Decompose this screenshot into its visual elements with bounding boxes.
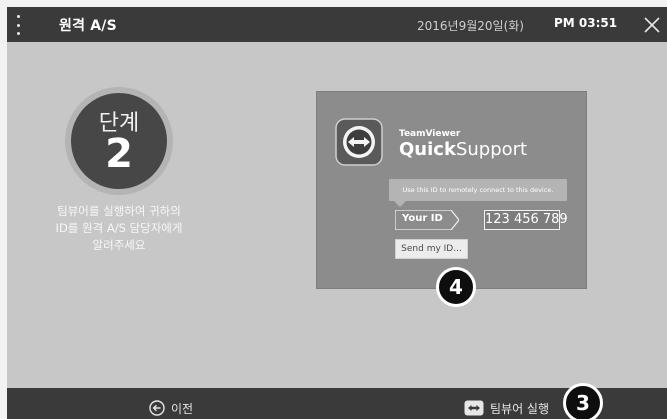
app-window: 원격 A/S 2016년9월20일(화) PM 03:51 단계 2 팀뷰어를 … xyxy=(7,7,667,419)
previous-button[interactable]: 이전 xyxy=(149,398,193,418)
id-hint: Use this ID to remotely connect to this … xyxy=(389,179,567,201)
time-display: PM 03:51 xyxy=(554,16,618,30)
instruction-line: 알려주세요 xyxy=(92,238,146,252)
hint-pointer xyxy=(394,201,406,207)
teamviewer-brand: TeamViewer xyxy=(399,129,461,139)
date-display: 2016년9월20일(화) xyxy=(417,19,524,33)
product-name-rest: Support xyxy=(455,139,528,160)
product-name: QuickSupport xyxy=(399,139,527,160)
top-bar: 원격 A/S 2016년9월20일(화) PM 03:51 xyxy=(7,7,667,42)
back-arrow-icon xyxy=(149,400,165,416)
callout-badge: 4 xyxy=(436,267,476,307)
previous-label: 이전 xyxy=(171,401,194,416)
teamviewer-logo-icon xyxy=(335,118,383,166)
product-name-bold: Quick xyxy=(399,139,456,160)
step-number: 2 xyxy=(105,131,133,177)
instruction-line: ID를 원격 A/S 담당자에게 xyxy=(55,221,183,235)
teamviewer-icon xyxy=(464,400,484,416)
instruction-text: 팀뷰어를 실행하여 귀하의 ID를 원격 A/S 담당자에게 알려주세요 xyxy=(29,203,209,254)
step-indicator: 단계 2 xyxy=(71,93,167,189)
instruction-line: 팀뷰어를 실행하여 귀하의 xyxy=(57,204,181,218)
menu-icon[interactable] xyxy=(13,15,23,35)
id-label: Your ID xyxy=(402,213,443,224)
run-teamviewer-button[interactable]: 팀뷰어 실행 xyxy=(464,398,549,418)
callout-badge: 3 xyxy=(563,383,603,419)
send-id-button[interactable]: Send my ID... xyxy=(395,239,468,259)
id-value: 123 456 789 xyxy=(484,210,568,230)
teamviewer-preview: TeamViewer QuickSupport Use this ID to r… xyxy=(316,91,587,289)
close-icon[interactable] xyxy=(639,12,665,38)
run-label: 팀뷰어 실행 xyxy=(490,401,550,416)
page-title: 원격 A/S xyxy=(59,18,117,34)
